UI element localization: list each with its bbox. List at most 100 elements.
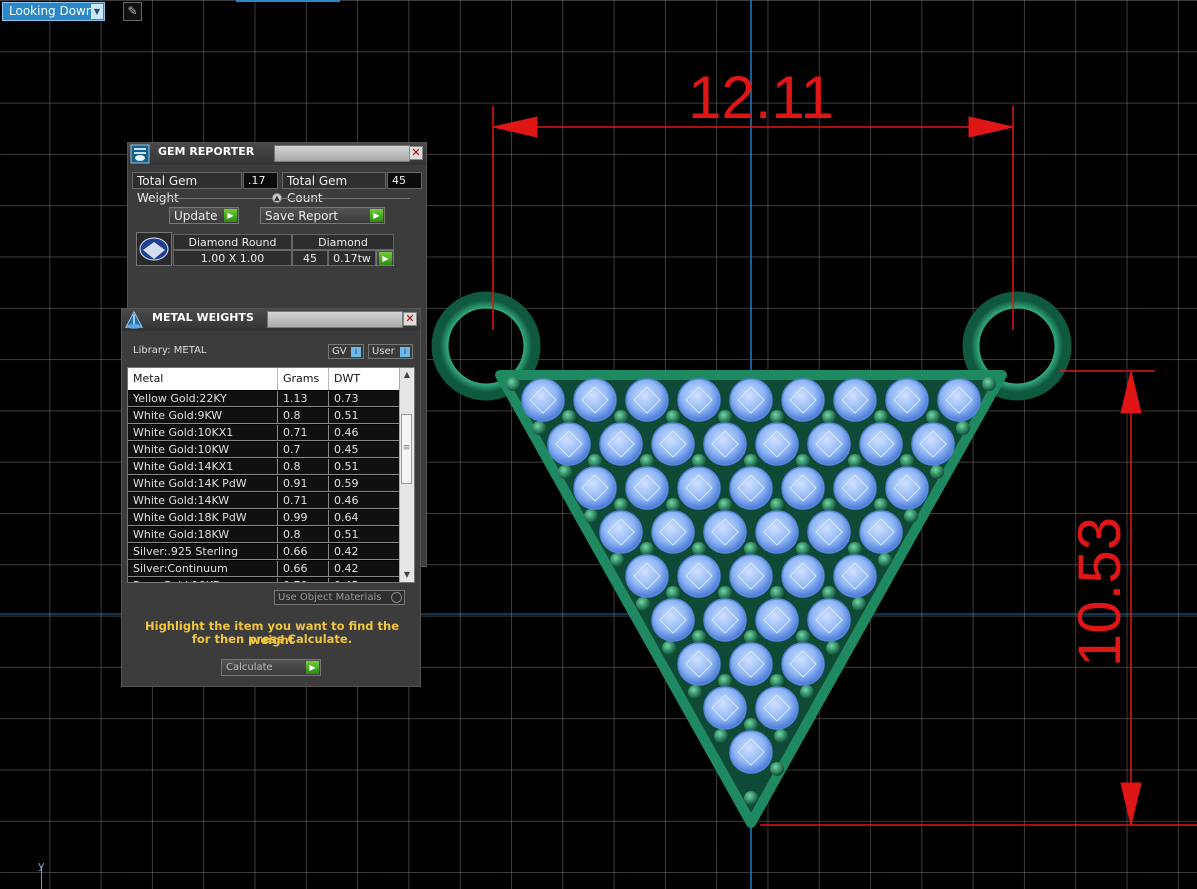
metal-name: White Gold:14K PdW (128, 476, 278, 492)
metal-grams: 0.71 (278, 493, 329, 509)
table-row[interactable]: White Gold:14KW 0.71 0.46 (128, 493, 400, 510)
metal-name: White Gold:18KW (128, 527, 278, 543)
table-row[interactable]: White Gold:10KW 0.7 0.45 (128, 442, 400, 459)
metal-bead (774, 729, 788, 743)
table-row[interactable]: White Gold:9KW 0.8 0.51 (128, 408, 400, 425)
gem-material: Diamond (292, 234, 394, 250)
diamond-stone (807, 598, 851, 642)
gv-toggle-label: GV (332, 346, 347, 357)
diamond-stone (937, 378, 981, 422)
view-dropdown[interactable]: Looking Down ▼ (2, 2, 105, 21)
metal-bead (848, 542, 862, 556)
metal-bead (926, 410, 940, 424)
metal-bead (666, 410, 680, 424)
metal-bead (610, 553, 624, 567)
table-row[interactable]: Silver:Continuum 0.66 0.42 (128, 561, 400, 578)
diamond-stone (573, 466, 617, 510)
table-row[interactable]: White Gold:14K PdW 0.91 0.59 (128, 476, 400, 493)
metal-bead (800, 685, 814, 699)
use-object-materials-toggle[interactable]: Use Object Materials (274, 590, 405, 605)
metal-name: White Gold:18K PdW (128, 510, 278, 526)
calculate-button[interactable]: Calculate ▶ (221, 659, 321, 676)
diamond-stone (729, 730, 773, 774)
scale-icon (125, 310, 143, 329)
metal-weights-titlebar[interactable]: METAL WEIGHTS ✕ (122, 309, 420, 331)
metal-bead (770, 762, 784, 776)
user-toggle-label: User (372, 346, 395, 357)
metal-bead (558, 465, 572, 479)
diamond-stone (651, 510, 695, 554)
gem-thumbnail[interactable] (136, 232, 172, 266)
collapse-icon[interactable]: ▲ (272, 193, 282, 203)
metal-bead (506, 377, 520, 391)
metal-bead (666, 498, 680, 512)
total-gem-count-value: 45 (387, 172, 422, 189)
diamond-stone (755, 510, 799, 554)
metal-bead (796, 454, 810, 468)
table-row[interactable]: Silver:.925 Sterling 0.66 0.42 (128, 544, 400, 561)
metal-bead (956, 421, 970, 435)
metal-bead (614, 410, 628, 424)
table-row[interactable]: White Gold:10KX1 0.71 0.46 (128, 425, 400, 442)
gem-report-icon (130, 144, 150, 164)
table-row[interactable]: Yellow Gold:22KY 1.13 0.73 (128, 391, 400, 408)
diamond-stone (703, 510, 747, 554)
gem-details-button[interactable]: ▶ (376, 250, 394, 266)
metal-name: White Gold:10KW (128, 442, 278, 458)
diamond-stone (729, 378, 773, 422)
diamond-stone (703, 686, 747, 730)
gv-toggle[interactable]: GV i (328, 344, 364, 359)
column-header-dwt[interactable]: DWT (329, 368, 400, 390)
diamond-stone (755, 422, 799, 466)
diamond-stone (911, 422, 955, 466)
diamond-stone (625, 466, 669, 510)
metal-weights-panel: METAL WEIGHTS ✕ Library: METAL GV i User… (121, 308, 421, 687)
info-icon: i (351, 347, 361, 357)
column-header-metal[interactable]: Metal (128, 368, 278, 390)
scroll-thumb[interactable]: ≡ (401, 414, 412, 484)
hint-line-2: for then press Calculate. (191, 632, 353, 646)
diamond-stone (521, 378, 565, 422)
metal-bead (822, 586, 836, 600)
diamond-stone (885, 378, 929, 422)
pen-tool-icon[interactable]: ✎ (123, 2, 142, 21)
gem-weight: 0.17tw (328, 250, 376, 266)
diamond-stone (573, 378, 617, 422)
metal-name: Yellow Gold:22KY (128, 391, 278, 407)
metal-table[interactable]: Metal Grams DWT Yellow Gold:22KY 1.13 0.73… (127, 367, 415, 583)
table-row[interactable]: White Gold:18KW 0.8 0.51 (128, 527, 400, 544)
column-header-grams[interactable]: Grams (278, 368, 329, 390)
total-gem-count-label: Total Gem Count (282, 172, 386, 205)
metal-bead (584, 509, 598, 523)
diamond-stone (599, 422, 643, 466)
close-icon[interactable]: ✕ (409, 146, 423, 160)
metal-table-scrollbar[interactable]: ▲ ≡ ▼ (399, 368, 414, 582)
metal-bead (796, 630, 810, 644)
chevron-down-icon[interactable]: ▼ (91, 4, 103, 19)
table-row[interactable]: Rose Gold:10KR0.700.45 (128, 578, 400, 582)
metal-bead (718, 410, 732, 424)
metal-bead (848, 454, 862, 468)
metal-dwt: 0.42 (329, 544, 400, 560)
table-row[interactable]: White Gold:14KX1 0.8 0.51 (128, 459, 400, 476)
user-toggle[interactable]: User i (368, 344, 413, 359)
gem-size: 1.00 X 1.00 (173, 250, 292, 266)
scroll-down-icon[interactable]: ▼ (400, 568, 414, 582)
metal-dwt: 0.59 (329, 476, 400, 492)
diamond-stone (859, 422, 903, 466)
metal-dwt: 0.51 (329, 408, 400, 424)
gem-reporter-titlebar[interactable]: GEM REPORTER ✕ (128, 143, 426, 165)
metal-bead (688, 685, 702, 699)
metal-dwt: 0.73 (329, 391, 400, 407)
use-object-materials-label: Use Object Materials (278, 592, 382, 603)
close-icon[interactable]: ✕ (403, 312, 417, 326)
update-button[interactable]: Update ▶ (169, 207, 239, 224)
scroll-up-icon[interactable]: ▲ (400, 368, 414, 382)
metal-grams: 1.13 (278, 391, 329, 407)
total-gem-weight-label: Total Gem Weight (132, 172, 242, 205)
metal-bead (744, 791, 758, 805)
diamond-stone (807, 422, 851, 466)
diamond-stone (807, 510, 851, 554)
table-row[interactable]: White Gold:18K PdW 0.99 0.64 (128, 510, 400, 527)
save-report-button[interactable]: Save Report ▶ (260, 207, 385, 224)
